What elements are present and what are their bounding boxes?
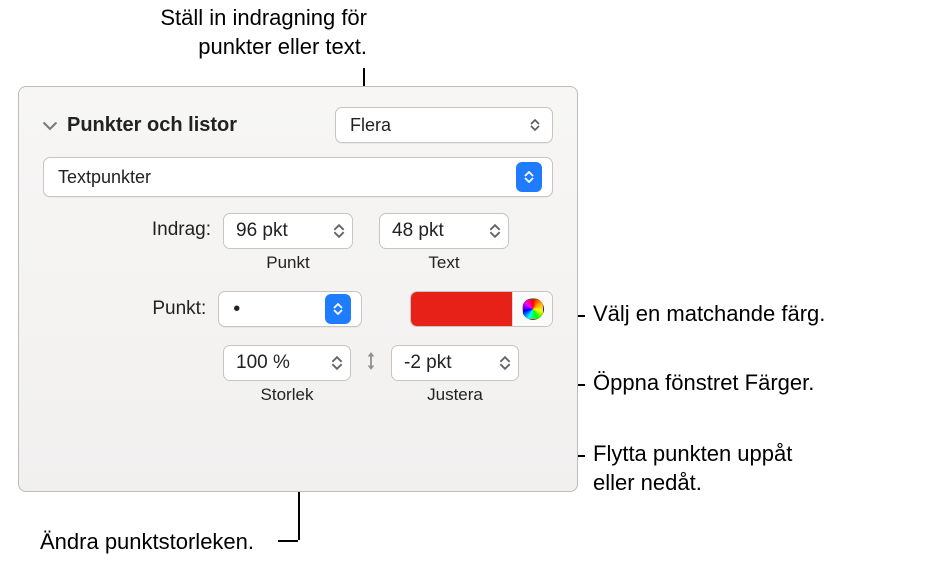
indent-label: Indrag:: [113, 213, 223, 241]
callout-change-size: Ändra punktstorleken.: [40, 528, 254, 557]
list-style-popup[interactable]: Flera: [335, 107, 553, 143]
bullet-glyph-value: •: [233, 299, 240, 319]
section-title: Punkter och listor: [67, 114, 237, 137]
color-wheel-icon: [522, 298, 544, 320]
text-indent-sublabel: Text: [428, 253, 459, 273]
callout-move-bullet: Flytta punkten uppåt eller nedåt.: [593, 440, 792, 497]
bullet-indent-stepper[interactable]: 96 pkt: [223, 213, 353, 249]
bullet-type-value: Textpunkter: [58, 167, 151, 188]
bullet-indent-sublabel: Punkt: [266, 253, 309, 273]
updown-icon: [325, 294, 351, 324]
align-stepper[interactable]: -2 pkt: [391, 345, 519, 381]
stepper-arrows-icon[interactable]: [330, 224, 348, 238]
bullet-label: Punkt:: [113, 298, 218, 320]
callout-indent: Ställ in indragning för punkter eller te…: [95, 4, 367, 61]
callout-match-color: Välj en matchande färg.: [593, 300, 825, 329]
color-swatch[interactable]: [411, 292, 512, 326]
text-indent-value: 48 pkt: [392, 220, 444, 242]
bullet-glyph-popup[interactable]: •: [218, 291, 362, 327]
stepper-arrows-icon[interactable]: [486, 224, 504, 238]
bullet-indent-value: 96 pkt: [236, 220, 288, 242]
align-value: -2 pkt: [404, 352, 452, 374]
text-indent-stepper[interactable]: 48 pkt: [379, 213, 509, 249]
leader-line: [278, 540, 298, 542]
stepper-arrows-icon[interactable]: [496, 356, 514, 370]
link-icon: [361, 351, 381, 371]
chevron-down-icon[interactable]: [43, 118, 57, 132]
bullets-lists-panel: Punkter och listor Flera Textpunkter Ind…: [18, 86, 578, 492]
size-stepper[interactable]: 100 %: [223, 345, 351, 381]
align-sublabel: Justera: [427, 385, 483, 405]
list-style-value: Flera: [350, 115, 391, 136]
size-value: 100 %: [236, 352, 290, 374]
updown-icon: [516, 162, 542, 192]
size-sublabel: Storlek: [261, 385, 314, 405]
stepper-arrows-icon[interactable]: [328, 356, 346, 370]
callout-open-colors: Öppna fönstret Färger.: [593, 369, 814, 398]
bullet-color-control: [410, 291, 553, 327]
bullet-type-popup[interactable]: Textpunkter: [43, 157, 553, 197]
color-wheel-button[interactable]: [512, 292, 552, 326]
updown-icon: [528, 114, 542, 136]
